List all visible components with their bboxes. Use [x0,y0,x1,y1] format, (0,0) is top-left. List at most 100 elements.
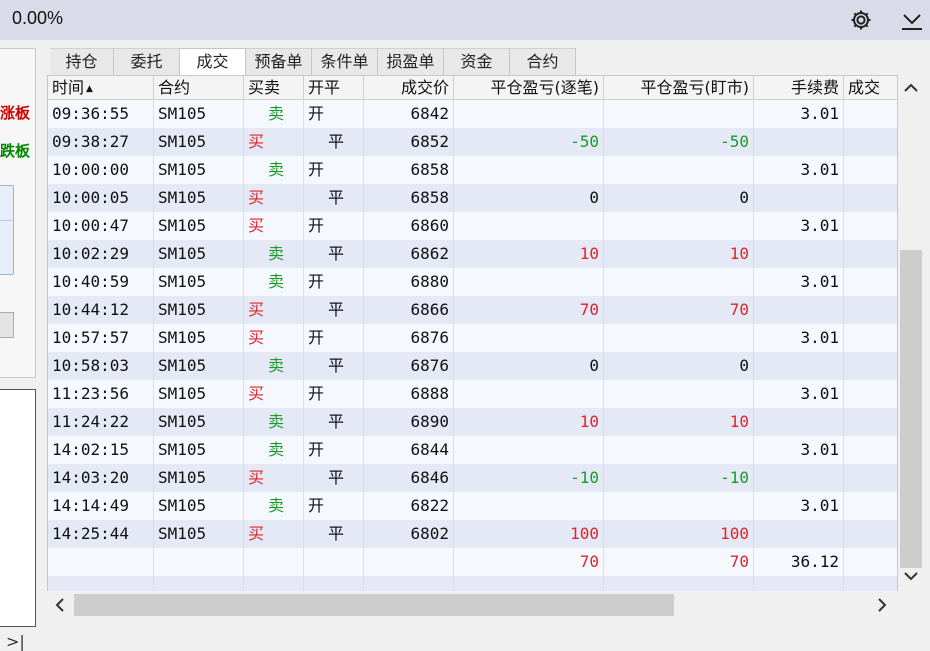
chevron-down-bar-icon[interactable] [900,10,924,32]
cell-contract: SM105 [154,352,244,380]
table-row[interactable]: 10:57:57 SM105 买开 6876 3.01 [48,324,897,352]
cell-pnl-trade: 70 [454,296,604,324]
left-panel: 涨板 跌板 >| [0,40,46,651]
scroll-up-icon[interactable] [902,81,920,95]
tab-conditional-orders[interactable]: 条件单 [312,48,378,75]
table-row[interactable]: 10:00:00 SM105 卖开 6858 3.01 [48,156,897,184]
cell-side: 卖 [244,156,304,184]
cell-contract: SM105 [154,324,244,352]
cell-trade-extra [844,464,897,492]
tab-positions[interactable]: 持仓 [50,48,114,75]
cell-fee [754,520,844,548]
scroll-left-icon[interactable] [53,597,67,613]
total-cell-pnl-mark: 70 [604,548,754,576]
cell-open-close: 开 [304,156,364,184]
cell-time: 11:24:22 [48,408,154,436]
trades-table: 时间 ▲ 合约 买卖 开平 成交价 平仓盈亏(逐笔) 平仓盈亏(盯市) 手续费 成… [47,75,898,596]
vertical-scroll-thumb[interactable] [900,250,922,568]
cell-time: 10:58:03 [48,352,154,380]
tab-prepared-orders[interactable]: 预备单 [246,48,312,75]
cell-time: 10:00:00 [48,156,154,184]
cell-side: 买 [244,184,304,212]
table-row[interactable]: 14:14:49 SM105 卖开 6822 3.01 [48,492,897,520]
cell-pnl-trade: -10 [454,464,604,492]
vertical-scrollbar[interactable] [898,75,924,596]
cell-trade-extra [844,408,897,436]
cell-open-close: 平 [304,184,364,212]
cell-pnl-trade [454,100,604,128]
tab-contracts[interactable]: 合约 [510,48,576,75]
gear-icon[interactable] [849,8,873,32]
cell-fee [754,408,844,436]
horizontal-scroll-thumb[interactable] [74,594,674,616]
cell-pnl-trade [454,268,604,296]
cell-pnl-mark: -10 [604,464,754,492]
cell-fee [754,128,844,156]
cell-time: 10:00:05 [48,184,154,212]
cell-trade-extra [844,380,897,408]
cell-side: 卖 [244,240,304,268]
table-row[interactable]: 10:40:59 SM105 卖开 6880 3.01 [48,268,897,296]
col-trade-extra[interactable]: 成交 [844,76,897,100]
cell-pnl-mark: 70 [604,296,754,324]
percent-readout: 0.00% [12,8,64,28]
table-row[interactable]: 14:02:15 SM105 卖开 6844 3.01 [48,436,897,464]
table-row[interactable]: 11:23:56 SM105 买开 6888 3.01 [48,380,897,408]
cell-pnl-mark: 10 [604,408,754,436]
total-cell-trade-extra [844,548,897,576]
tab-orders[interactable]: 委托 [114,48,180,75]
col-contract[interactable]: 合约 [154,76,244,100]
tab-funds[interactable]: 资金 [444,48,510,75]
table-row[interactable]: 10:58:03 SM105 卖平 6876 0 0 [48,352,897,380]
horizontal-scrollbar[interactable] [47,591,898,617]
cell-side: 买 [244,128,304,156]
cell-price: 6888 [364,380,454,408]
col-price[interactable]: 成交价 [364,76,454,100]
cell-price: 6858 [364,184,454,212]
cell-side: 卖 [244,352,304,380]
table-row[interactable]: 10:44:12 SM105 买平 6866 70 70 [48,296,897,324]
table-row[interactable]: 09:38:27 SM105 买平 6852 -50 -50 [48,128,897,156]
cell-pnl-trade [454,156,604,184]
cell-side: 买 [244,464,304,492]
panel-button[interactable] [0,312,14,338]
col-side[interactable]: 买卖 [244,76,304,100]
scroll-down-icon[interactable] [902,569,920,583]
cell-pnl-mark: 100 [604,520,754,548]
table-row[interactable]: 14:03:20 SM105 买平 6846 -10 -10 [48,464,897,492]
col-open-close[interactable]: 开平 [304,76,364,100]
cell-contract: SM105 [154,156,244,184]
cell-open-close: 开 [304,380,364,408]
col-pnl-trade[interactable]: 平仓盈亏(逐笔) [454,76,604,100]
table-row[interactable]: 10:00:05 SM105 买平 6858 0 0 [48,184,897,212]
col-pnl-mark[interactable]: 平仓盈亏(盯市) [604,76,754,100]
scroll-right-icon[interactable] [875,597,889,613]
cell-pnl-mark: -50 [604,128,754,156]
col-fee[interactable]: 手续费 [754,76,844,100]
tab-stop-orders[interactable]: 损盈单 [378,48,444,75]
table-row[interactable]: 14:25:44 SM105 买平 6802 100 100 [48,520,897,548]
cell-fee: 3.01 [754,380,844,408]
order-input-box[interactable] [0,185,14,275]
cell-price: 6880 [364,268,454,296]
totals-row: 70 70 36.12 [48,548,897,576]
tab-trades[interactable]: 成交 [180,48,246,76]
cell-trade-extra [844,212,897,240]
cell-trade-extra [844,100,897,128]
collapse-panel-icon[interactable]: >| [6,632,25,651]
cell-fee [754,184,844,212]
cell-time: 10:00:47 [48,212,154,240]
cell-pnl-mark [604,100,754,128]
cell-fee [754,240,844,268]
cell-open-close: 平 [304,408,364,436]
table-row[interactable]: 09:36:55 SM105 卖开 6842 3.01 [48,100,897,128]
table-row[interactable]: 10:00:47 SM105 买开 6860 3.01 [48,212,897,240]
cell-contract: SM105 [154,184,244,212]
cell-pnl-trade: -50 [454,128,604,156]
table-row[interactable]: 11:24:22 SM105 卖平 6890 10 10 [48,408,897,436]
cell-fee: 3.01 [754,324,844,352]
col-time[interactable]: 时间 ▲ [48,76,154,100]
cell-pnl-mark [604,380,754,408]
cell-open-close: 平 [304,296,364,324]
table-row[interactable]: 10:02:29 SM105 卖平 6862 10 10 [48,240,897,268]
